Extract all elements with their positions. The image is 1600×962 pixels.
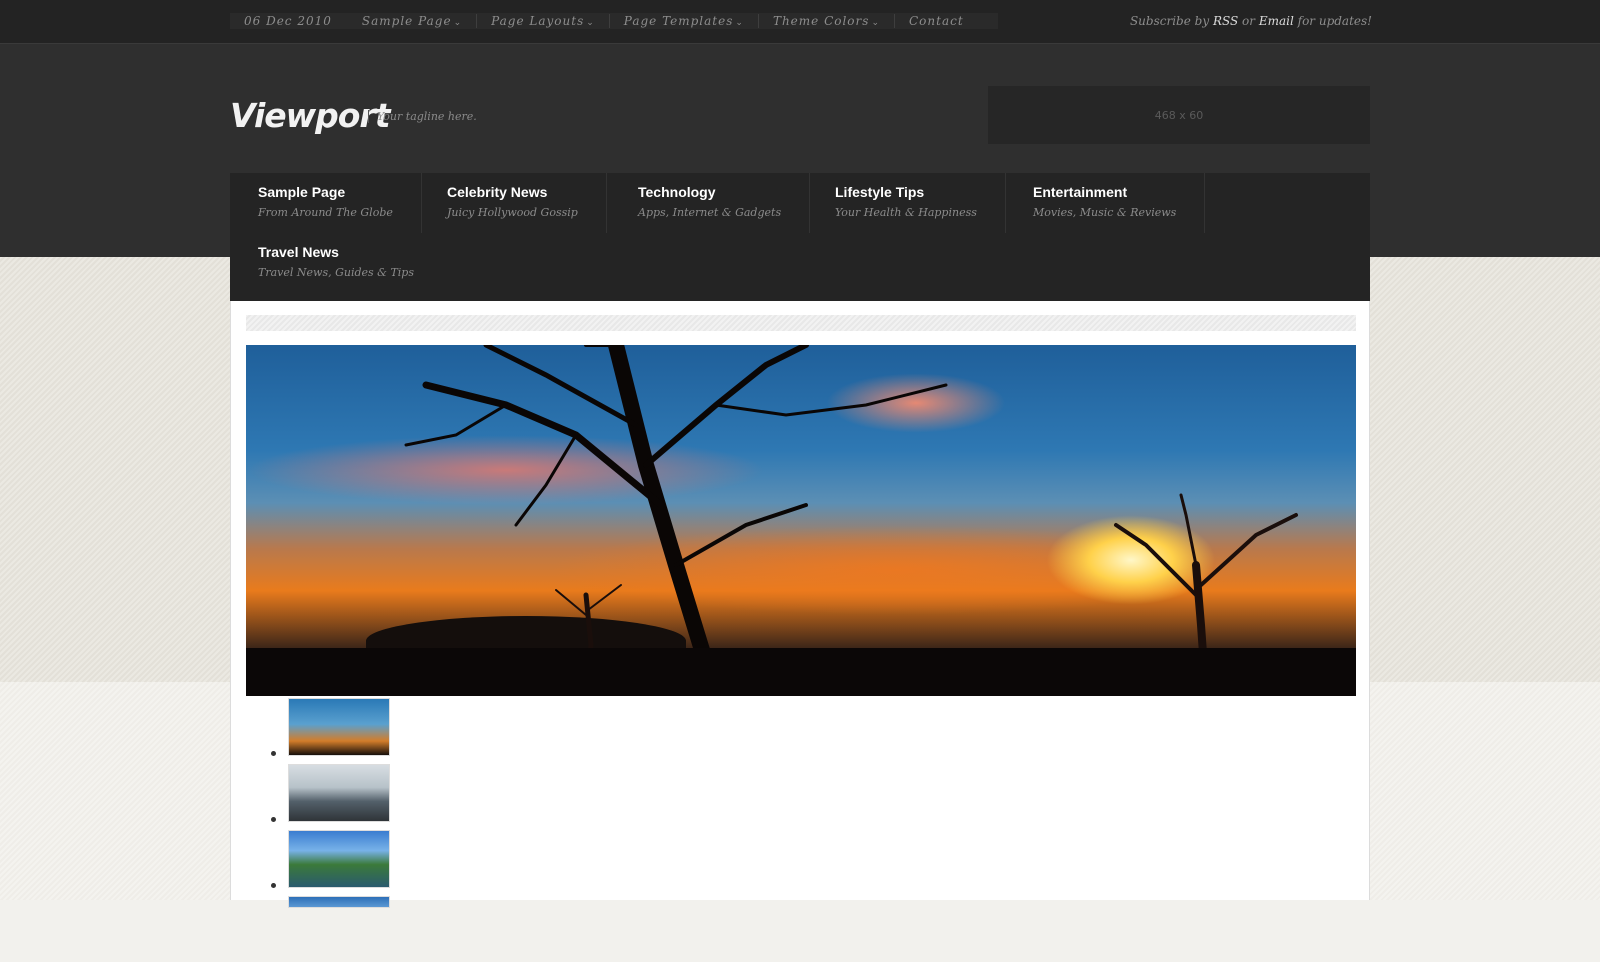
subscribe-text: Subscribe by RSS or Email for updates! bbox=[1130, 14, 1372, 28]
site-logo[interactable]: Viewport bbox=[230, 96, 390, 135]
subscribe-prefix: Subscribe by bbox=[1129, 14, 1210, 28]
nav-item-technology[interactable]: Technology Apps, Internet & Gadgets bbox=[610, 173, 811, 233]
nav-item-title: Celebrity News bbox=[447, 184, 548, 200]
top-menu-theme-colors[interactable]: Theme Colors ⌄ bbox=[759, 14, 895, 28]
thumbnail-partial[interactable] bbox=[288, 896, 390, 908]
thumbnail-rocky-shore[interactable] bbox=[288, 764, 390, 822]
chevron-down-icon: ⌄ bbox=[586, 18, 595, 28]
chevron-down-icon: ⌄ bbox=[871, 18, 880, 28]
thumbnail-sunset[interactable] bbox=[288, 698, 390, 756]
subscribe-or: or bbox=[1242, 14, 1255, 28]
thumbnail-lake-house[interactable] bbox=[288, 830, 390, 888]
nav-item-title: Sample Page bbox=[258, 184, 346, 200]
nav-item-subtitle: Juicy Hollywood Gossip bbox=[447, 206, 578, 219]
nav-item-subtitle: Movies, Music & Reviews bbox=[1033, 206, 1177, 219]
nav-item-subtitle: Travel News, Guides & Tips bbox=[258, 266, 414, 279]
top-menu-label: Theme Colors bbox=[772, 14, 870, 28]
nav-item-entertainment[interactable]: Entertainment Movies, Music & Reviews bbox=[1005, 173, 1206, 233]
nav-item-celebrity-news[interactable]: Celebrity News Juicy Hollywood Gossip bbox=[419, 173, 607, 233]
nav-item-sample-page[interactable]: Sample Page From Around The Globe bbox=[230, 173, 422, 233]
chevron-down-icon: ⌄ bbox=[735, 18, 744, 28]
rss-link[interactable]: RSS bbox=[1213, 14, 1238, 28]
ad-banner-label: 468 x 60 bbox=[1154, 108, 1204, 122]
current-date: 06 Dec 2010 bbox=[244, 14, 332, 28]
main-content bbox=[230, 301, 1370, 908]
nav-item-title: Technology bbox=[638, 184, 716, 200]
featured-slide-image[interactable] bbox=[246, 345, 1356, 696]
top-menu-page-templates[interactable]: Page Templates ⌄ bbox=[610, 14, 759, 28]
top-menu-page-layouts[interactable]: Page Layouts ⌄ bbox=[477, 14, 610, 28]
bullet-icon bbox=[271, 751, 276, 756]
nav-item-title: Entertainment bbox=[1033, 184, 1128, 200]
nav-item-subtitle: From Around The Globe bbox=[258, 206, 393, 219]
nav-item-subtitle: Your Health & Happiness bbox=[835, 206, 977, 219]
subscribe-suffix: for updates! bbox=[1297, 14, 1372, 28]
content-divider bbox=[246, 315, 1356, 331]
top-navigation: 06 Dec 2010 Sample Page ⌄ Page Layouts ⌄ P… bbox=[230, 13, 998, 29]
chevron-down-icon: ⌄ bbox=[453, 18, 463, 28]
top-menu-contact[interactable]: Contact bbox=[895, 14, 978, 28]
top-bar: 06 Dec 2010 Sample Page ⌄ Page Layouts ⌄ P… bbox=[0, 0, 1600, 44]
main-navigation: Sample Page From Around The Globe Celebr… bbox=[230, 173, 1370, 301]
nav-item-title: Travel News bbox=[258, 244, 339, 260]
top-menu-label: Contact bbox=[908, 14, 964, 28]
email-link[interactable]: Email bbox=[1259, 14, 1294, 28]
bullet-icon bbox=[271, 817, 276, 822]
nav-item-lifestyle-tips[interactable]: Lifestyle Tips Your Health & Happiness bbox=[807, 173, 1006, 233]
top-menu-label: Page Layouts bbox=[491, 14, 585, 28]
slide-ground bbox=[246, 648, 1356, 696]
tree-silhouette bbox=[404, 345, 1298, 696]
ad-banner[interactable]: 468 x 60 bbox=[988, 86, 1370, 144]
nav-item-subtitle: Apps, Internet & Gadgets bbox=[638, 206, 782, 219]
top-menu-label: Sample Page bbox=[361, 14, 452, 28]
nav-item-travel-news[interactable]: Travel News Travel News, Guides & Tips bbox=[230, 233, 442, 293]
bullet-icon bbox=[271, 883, 276, 888]
site-tagline: Your tagline here. bbox=[368, 110, 477, 123]
nav-item-title: Lifestyle Tips bbox=[835, 184, 925, 200]
top-menu-sample-page[interactable]: Sample Page ⌄ bbox=[348, 14, 478, 28]
top-menu-label: Page Templates bbox=[623, 14, 734, 28]
